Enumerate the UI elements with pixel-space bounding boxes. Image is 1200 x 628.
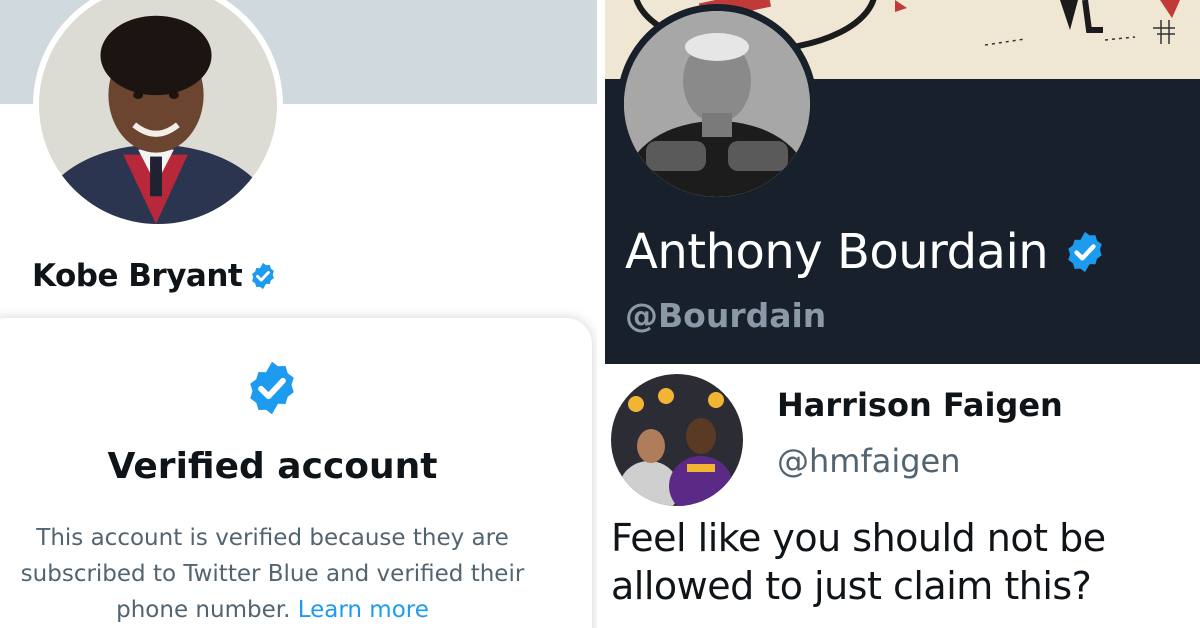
avatar[interactable] [611, 374, 743, 506]
avatar-photo [624, 11, 810, 197]
profile-display-name: Kobe Bryant [32, 258, 243, 294]
profile-name-row: Anthony Bourdain [625, 224, 1108, 280]
avatar[interactable] [617, 4, 817, 204]
popup-description: This account is verified because they ar… [0, 520, 555, 628]
verified-badge-icon[interactable] [248, 261, 278, 291]
profile-handle: @Bourdain [625, 296, 827, 335]
verified-badge-icon[interactable] [1062, 229, 1108, 275]
profile-name-row: Kobe Bryant [32, 258, 278, 294]
avatar[interactable] [33, 0, 283, 230]
popup-title: Verified account [107, 446, 438, 487]
learn-more-link[interactable]: Learn more [298, 597, 429, 623]
popup-description-text: This account is verified because they ar… [20, 525, 525, 623]
profile-display-name: Anthony Bourdain [625, 224, 1049, 280]
bourdain-profile-panel: Anthony Bourdain @Bourdain [605, 0, 1200, 364]
verified-badge-icon [250, 361, 294, 415]
avatar-photo [611, 374, 743, 506]
tweet-text: Feel like you should not be allowed to j… [611, 516, 1106, 608]
tweet-author-name[interactable]: Harrison Faigen [777, 386, 1063, 424]
tweet: Harrison Faigen @hmfaigen Feel like you … [597, 364, 1200, 628]
tweet-author-handle[interactable]: @hmfaigen [777, 442, 961, 480]
avatar-photo [39, 0, 277, 224]
profile-handle-cropped [40, 306, 220, 314]
kobe-profile-panel: Kobe Bryant Verified account This accoun… [0, 0, 597, 628]
